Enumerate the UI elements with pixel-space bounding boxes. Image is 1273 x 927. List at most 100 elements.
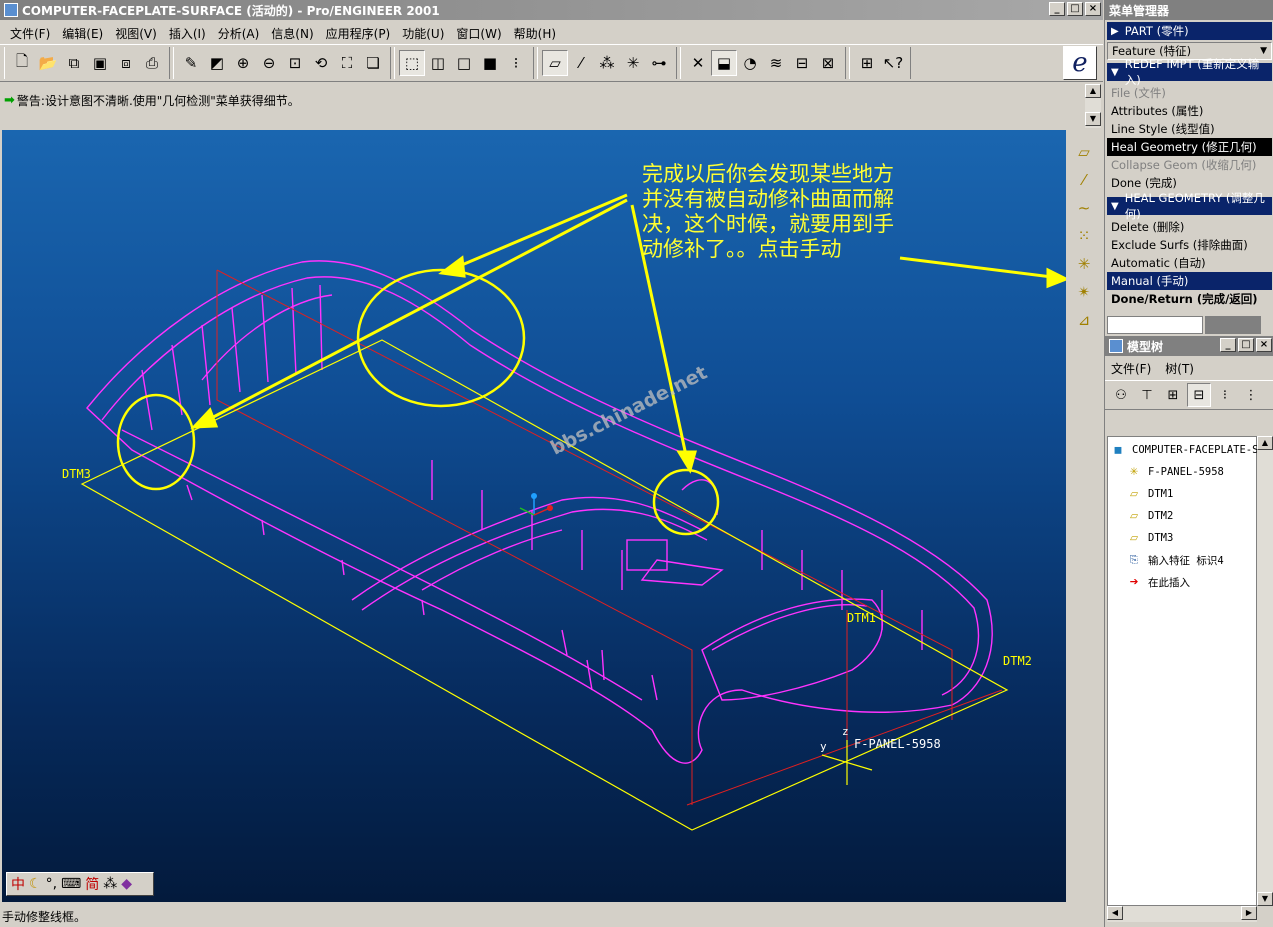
- datum-point-toggle-icon[interactable]: ⁂: [594, 50, 620, 76]
- tree-maximize-button[interactable]: □: [1238, 338, 1254, 352]
- tree-expand-icon[interactable]: ⊟: [1187, 383, 1211, 407]
- ime-help-icon[interactable]: ◆: [121, 876, 132, 892]
- scroll-down-icon[interactable]: ▼: [1085, 112, 1101, 126]
- tree-item[interactable]: ➔ 在此插入: [1126, 573, 1190, 591]
- tree-columns-icon[interactable]: ⊞: [1161, 383, 1185, 407]
- menu-heal-header[interactable]: ▼ HEAL GEOMETRY (调整几何): [1107, 191, 1272, 221]
- menu-input-field[interactable]: [1107, 316, 1203, 334]
- label-dtm3[interactable]: DTM3: [62, 467, 91, 481]
- tree-menu-file[interactable]: 文件(F): [1111, 360, 1151, 377]
- wireframe-icon[interactable]: ⬚: [399, 50, 425, 76]
- ime-keyboard-icon[interactable]: ⌨: [61, 876, 81, 892]
- tree-root-item[interactable]: ◼ COMPUTER-FACEPLATE-SU: [1110, 441, 1265, 459]
- tree-settings-icon[interactable]: ⋮: [1239, 383, 1263, 407]
- ime-language[interactable]: 中: [11, 874, 25, 894]
- window-icon[interactable]: ⊟: [789, 50, 815, 76]
- tree-menu-tree[interactable]: 树(T): [1165, 360, 1194, 377]
- menu-item-line-style[interactable]: Line Style (线型值): [1107, 120, 1272, 138]
- ime-mode[interactable]: 简: [85, 874, 99, 894]
- menu-window[interactable]: 窗口(W): [450, 25, 507, 42]
- scroll-down-icon[interactable]: ▼: [1257, 892, 1273, 906]
- tree-collapse-icon[interactable]: ⁝: [1213, 383, 1237, 407]
- ruler-tool-icon[interactable]: ⊿: [1071, 308, 1097, 332]
- layers-icon[interactable]: ❏: [360, 50, 386, 76]
- menu-edit[interactable]: 编辑(E): [56, 25, 109, 42]
- orient-icon[interactable]: ⟲: [308, 50, 334, 76]
- menu-item-done-return[interactable]: Done/Return (完成/返回): [1107, 290, 1272, 308]
- maximize-button[interactable]: □: [1067, 2, 1083, 16]
- save-icon[interactable]: ▣: [87, 50, 113, 76]
- tree-close-button[interactable]: ×: [1256, 338, 1272, 352]
- open-model-icon[interactable]: ⧉: [61, 50, 87, 76]
- menu-item-manual[interactable]: Manual (手动): [1107, 272, 1272, 290]
- query-select-icon[interactable]: ⬓: [711, 50, 737, 76]
- datum-axis-toggle-icon[interactable]: ⁄: [568, 50, 594, 76]
- menu-file[interactable]: 文件(F): [4, 25, 56, 42]
- tree-minimize-button[interactable]: _: [1220, 338, 1236, 352]
- menu-item-collapse-geom[interactable]: Collapse Geom (收缩几何): [1107, 156, 1272, 174]
- menu-applications[interactable]: 应用程序(P): [320, 25, 397, 42]
- menu-part-header[interactable]: ▶ PART (零件): [1107, 22, 1272, 40]
- menu-analysis[interactable]: 分析(A): [212, 25, 266, 42]
- new-file-icon[interactable]: 🗋: [9, 50, 35, 76]
- close-button[interactable]: ×: [1085, 2, 1101, 16]
- hidden-line-icon[interactable]: ◫: [425, 50, 451, 76]
- ime-settings-icon[interactable]: ⁂: [103, 876, 117, 892]
- select-icon[interactable]: ✕: [685, 50, 711, 76]
- menu-help[interactable]: 帮助(H): [508, 25, 562, 42]
- menu-item-exclude-surfs[interactable]: Exclude Surfs (排除曲面): [1107, 236, 1272, 254]
- label-dtm1[interactable]: DTM1: [847, 611, 876, 625]
- datum-plane-tool-icon[interactable]: ▱: [1071, 140, 1097, 164]
- saved-views-icon[interactable]: ⛶: [334, 50, 360, 76]
- shaded-icon[interactable]: ■: [477, 50, 503, 76]
- close-window-icon[interactable]: ⊠: [815, 50, 841, 76]
- measure-icon[interactable]: ⊞: [854, 50, 880, 76]
- tree-item[interactable]: ⎘ 输入特征 标识4: [1126, 551, 1224, 569]
- menu-item-attributes[interactable]: Attributes (属性): [1107, 102, 1272, 120]
- datum-axis-tool-icon[interactable]: ⁄: [1071, 168, 1097, 192]
- csys-toggle-icon[interactable]: ✳: [620, 50, 646, 76]
- layer-display-icon[interactable]: ≋: [763, 50, 789, 76]
- spin-center-icon[interactable]: ⊶: [646, 50, 672, 76]
- scroll-up-icon[interactable]: ▲: [1085, 84, 1101, 98]
- zoom-out-icon[interactable]: ⊖: [256, 50, 282, 76]
- tree-filter-icon[interactable]: ⊤: [1135, 383, 1159, 407]
- minimize-button[interactable]: _: [1049, 2, 1065, 16]
- datum-curve-tool-icon[interactable]: ∼: [1071, 196, 1097, 220]
- binoculars-icon[interactable]: ⚇: [1109, 383, 1133, 407]
- model-tree-toggle-icon[interactable]: ⁝: [503, 50, 529, 76]
- tree-item[interactable]: ▱ DTM2: [1126, 507, 1173, 525]
- menu-item-file[interactable]: File (文件): [1107, 84, 1272, 102]
- shade-icon[interactable]: ◩: [204, 50, 230, 76]
- datum-plane-toggle-icon[interactable]: ▱: [542, 50, 568, 76]
- save-copy-icon[interactable]: ⧈: [113, 50, 139, 76]
- zoom-in-icon[interactable]: ⊕: [230, 50, 256, 76]
- zoom-fit-icon[interactable]: ⊡: [282, 50, 308, 76]
- tree-item[interactable]: ▱ DTM3: [1126, 529, 1173, 547]
- tree-item[interactable]: ▱ DTM1: [1126, 485, 1173, 503]
- scroll-up-icon[interactable]: ▲: [1257, 436, 1273, 450]
- label-dtm2[interactable]: DTM2: [1003, 654, 1032, 668]
- csys-tool-icon[interactable]: ✳: [1071, 252, 1097, 276]
- graphics-viewport[interactable]: 完成以后你会发现某些地方 并没有被自动修补曲面而解 决，这个时候，就要用到手 动…: [2, 130, 1066, 902]
- menu-info[interactable]: 信息(N): [265, 25, 319, 42]
- repaint-icon[interactable]: ✎: [178, 50, 204, 76]
- tree-horizontal-scrollbar[interactable]: ◀ ▶: [1107, 906, 1257, 922]
- tree-item[interactable]: ✳ F-PANEL-5958: [1126, 463, 1224, 481]
- context-help-icon[interactable]: ↖?: [880, 50, 906, 76]
- tree-vertical-scrollbar[interactable]: ▲ ▼: [1257, 436, 1273, 906]
- menu-insert[interactable]: 插入(I): [163, 25, 212, 42]
- no-hidden-icon[interactable]: □: [451, 50, 477, 76]
- menu-item-heal-geometry[interactable]: Heal Geometry (修正几何): [1107, 138, 1272, 156]
- menu-utilities[interactable]: 功能(U): [396, 25, 450, 42]
- scroll-right-icon[interactable]: ▶: [1241, 906, 1257, 920]
- menu-view[interactable]: 视图(V): [109, 25, 163, 42]
- scroll-left-icon[interactable]: ◀: [1107, 906, 1123, 920]
- menu-item-automatic[interactable]: Automatic (自动): [1107, 254, 1272, 272]
- message-scrollbar[interactable]: ▲ ▼: [1085, 84, 1101, 128]
- menu-redef-header[interactable]: ▼ REDEF IMPT (重新定义输入): [1107, 57, 1272, 87]
- menu-item-delete[interactable]: Delete (删除): [1107, 218, 1272, 236]
- color-icon[interactable]: ◔: [737, 50, 763, 76]
- open-folder-icon[interactable]: 📂: [35, 50, 61, 76]
- print-icon[interactable]: ⎙: [139, 50, 165, 76]
